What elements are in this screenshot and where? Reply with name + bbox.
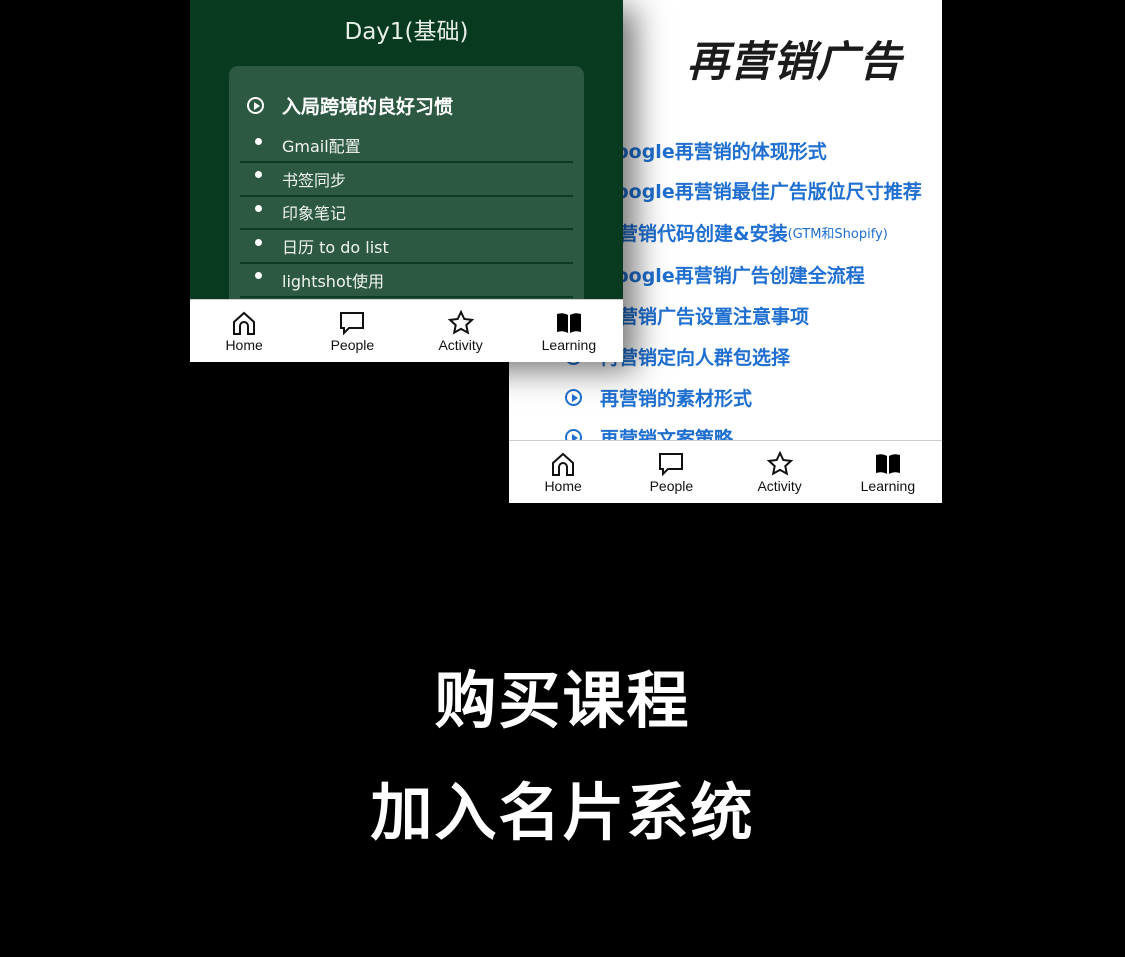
lesson-title: 日历 to do list — [282, 238, 389, 258]
home-icon — [233, 311, 256, 335]
left-phone-screen: Day1(基础) 入局跨境的良好习惯 Gmail配置 书签同步印象笔记日历 to … — [190, 0, 623, 362]
lesson-item[interactable]: Gmail配置 — [240, 129, 573, 163]
section-heading-text: 入局跨境的良好习惯 — [282, 96, 454, 118]
tab-home[interactable]: Home — [509, 441, 617, 503]
lesson-note: (GTM和Shopify) — [787, 227, 888, 242]
home-icon — [552, 452, 575, 476]
bullet-icon — [255, 204, 262, 212]
tab-label: Home — [225, 337, 263, 353]
lesson-title: 书签同步 — [282, 170, 347, 190]
lesson-title: 印象笔记 — [282, 204, 347, 224]
tab-label: People — [330, 337, 375, 353]
play-icon — [247, 97, 264, 114]
tab-activity[interactable]: Activity — [726, 441, 834, 503]
star-icon — [766, 451, 793, 476]
tab-learning[interactable]: Learning — [515, 300, 623, 362]
tab-label: Activity — [438, 337, 483, 353]
section-heading[interactable]: 入局跨境的良好习惯 — [247, 92, 453, 119]
tab-learning[interactable]: Learning — [834, 441, 942, 503]
tab-label: Home — [544, 478, 582, 494]
tab-people[interactable]: People — [298, 300, 406, 362]
star-icon — [447, 310, 474, 335]
lesson-item[interactable]: lightshot使用 — [240, 264, 573, 298]
bullet-icon — [255, 238, 262, 246]
play-icon — [565, 389, 582, 406]
promo-line-2: 加入名片系统 — [370, 776, 755, 849]
day-title: Day1(基础) — [344, 19, 469, 45]
page-title: 再营销广告 — [687, 37, 903, 86]
bottom-nav: Home People Activity Learning — [509, 440, 942, 503]
chat-icon — [659, 453, 684, 477]
bullet-icon — [255, 137, 262, 145]
bottom-nav: Home People Activity Learning — [190, 299, 623, 362]
bullet-icon — [255, 171, 262, 179]
book-icon — [875, 454, 900, 474]
tab-home[interactable]: Home — [190, 300, 298, 362]
bullet-icon — [255, 272, 262, 280]
lesson-item[interactable]: 日历 to do list — [240, 230, 573, 265]
tab-label: Learning — [860, 478, 916, 494]
lesson-title: 再营销广告设置注意事项 — [600, 306, 810, 328]
lesson-title: 再营销定向人群包选择 — [600, 347, 791, 369]
chat-icon — [340, 312, 365, 336]
tab-label: People — [649, 478, 694, 494]
lesson-title: Google再营销的体现形式 — [600, 141, 827, 163]
lesson-item[interactable]: 书签同步 — [240, 163, 573, 197]
book-icon — [556, 313, 581, 333]
lesson-title: 再营销的素材形式 — [600, 388, 753, 410]
lesson-item[interactable]: 再营销的素材形式 — [565, 384, 752, 411]
lesson-title: Google再营销广告创建全流程 — [600, 265, 865, 287]
tab-label: Learning — [541, 337, 597, 353]
lesson-title: Google再营销最佳广告版位尺寸推荐 — [600, 181, 922, 203]
tab-people[interactable]: People — [617, 441, 725, 503]
section-card: 入局跨境的良好习惯 Gmail配置 书签同步印象笔记日历 to do list li… — [229, 66, 584, 326]
lesson-title: 再营销代码创建&安装 — [600, 223, 788, 245]
lesson-item[interactable]: 印象笔记 — [240, 196, 573, 231]
promo-line-1: 购买课程 — [434, 664, 691, 737]
lesson-title: Gmail配置 — [282, 137, 361, 156]
lesson-title: lightshot使用 — [282, 271, 385, 291]
tab-label: Activity — [757, 478, 802, 494]
tab-activity[interactable]: Activity — [407, 300, 515, 362]
